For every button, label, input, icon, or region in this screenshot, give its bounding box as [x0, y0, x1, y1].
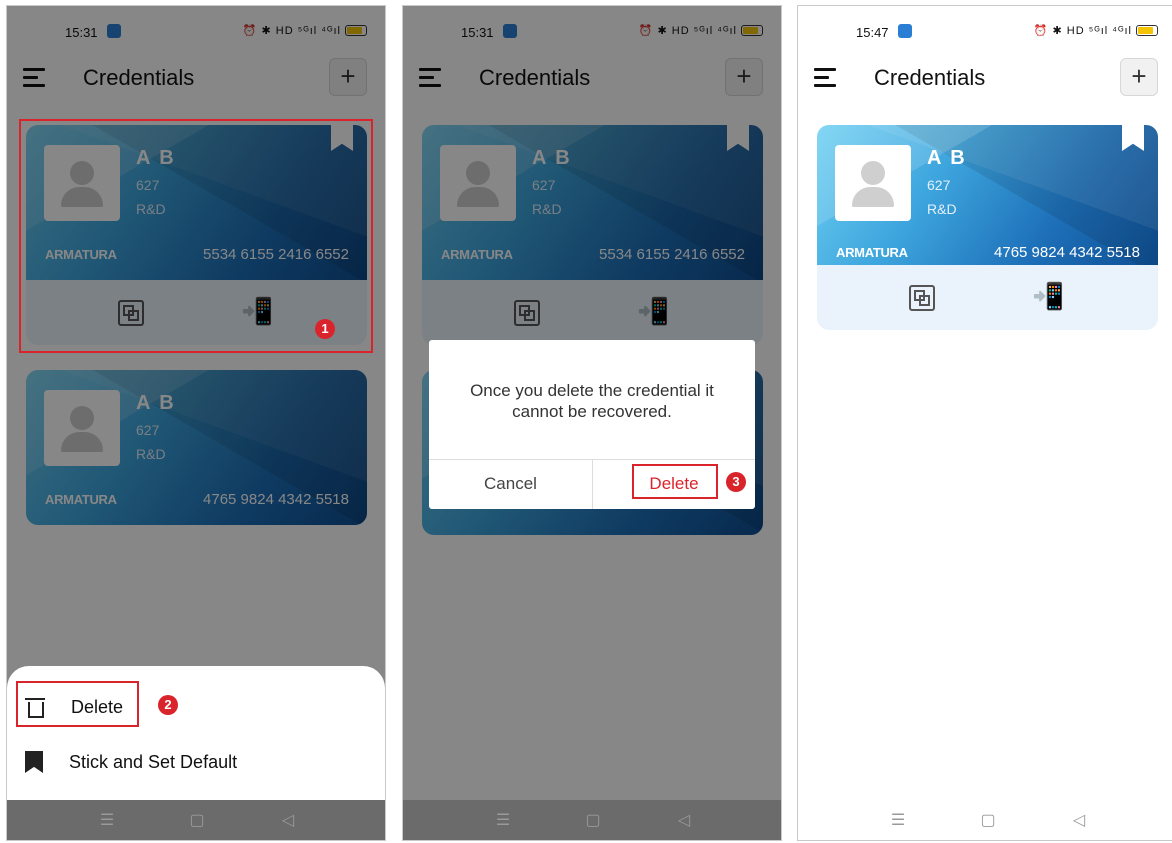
card-holder-name: A B: [927, 147, 967, 169]
phone-screen-2: 15:31 ⏰ ✱ HD ⁵ᴳıl ⁴ᴳıl Credentials + A B…: [402, 5, 782, 841]
phone-screen-1: 15:31 ⏰ ✱ HD ⁵ᴳıl ⁴ᴳıl Credentials + A B…: [6, 5, 386, 841]
title-bar: Credentials +: [798, 56, 1172, 102]
nav-home-button[interactable]: ▢: [583, 810, 603, 830]
step-1-highlight: [19, 119, 373, 353]
nav-menu-button[interactable]: ☰: [888, 810, 908, 830]
step-2-highlight: [16, 681, 139, 727]
nav-back-button[interactable]: ◁: [1069, 810, 1089, 830]
nav-bar: ☰ ▢ ◁: [798, 800, 1172, 840]
cancel-button[interactable]: Cancel: [429, 459, 592, 509]
nav-home-button[interactable]: ▢: [978, 810, 998, 830]
menu-icon[interactable]: [814, 68, 836, 88]
nav-menu-button[interactable]: ☰: [97, 810, 117, 830]
status-icons: ⏰ ✱ HD ⁵ᴳıl ⁴ᴳıl: [1034, 24, 1158, 37]
sheet-stick-item[interactable]: Stick and Set Default: [25, 747, 237, 777]
card-brand: ARMATURA: [836, 245, 908, 260]
card-number: 4765 9824 4342 5518: [994, 244, 1140, 261]
qr-code-icon[interactable]: [909, 285, 935, 311]
phone-screen-3: 15:47 ⏰ ✱ HD ⁵ᴳıl ⁴ᴳıl Credentials + A B…: [797, 5, 1172, 841]
nav-back-button[interactable]: ◁: [674, 810, 694, 830]
avatar: [835, 145, 911, 221]
nav-bar: ☰ ▢ ◁: [403, 800, 781, 840]
bookmark-icon: [1122, 125, 1144, 151]
dialog-message: Once you delete the credential it cannot…: [470, 381, 714, 421]
nav-back-button[interactable]: ◁: [278, 810, 298, 830]
credential-card[interactable]: A B 627 R&D ARMATURA 4765 9824 4342 5518…: [817, 125, 1158, 330]
sheet-stick-label: Stick and Set Default: [69, 751, 238, 772]
card-face: A B 627 R&D ARMATURA 4765 9824 4342 5518: [817, 125, 1158, 265]
card-department: R&D: [927, 201, 957, 217]
nav-menu-button[interactable]: ☰: [493, 810, 513, 830]
page-title: Credentials: [874, 65, 986, 90]
card-holder-id: 627: [927, 177, 951, 193]
step-3-highlight: [632, 464, 718, 499]
battery-icon: [1136, 25, 1158, 36]
add-credential-button[interactable]: +: [1120, 58, 1158, 96]
status-icons-text: ⏰ ✱ HD ⁵ᴳıl ⁴ᴳıl: [1033, 25, 1132, 37]
nfc-tap-icon[interactable]: 📲: [1032, 281, 1064, 312]
status-time: 15:47: [856, 25, 889, 40]
step-3-badge: 3: [726, 472, 746, 492]
bookmark-icon: [25, 751, 43, 773]
step-2-badge: 2: [158, 695, 178, 715]
card-actions: 📲: [817, 265, 1158, 330]
step-1-badge: 1: [315, 319, 335, 339]
nav-bar: ☰ ▢ ◁: [7, 800, 385, 840]
status-bar: 15:47 ⏰ ✱ HD ⁵ᴳıl ⁴ᴳıl: [798, 6, 1172, 56]
nav-home-button[interactable]: ▢: [187, 810, 207, 830]
app-notification-icon: [898, 24, 912, 38]
